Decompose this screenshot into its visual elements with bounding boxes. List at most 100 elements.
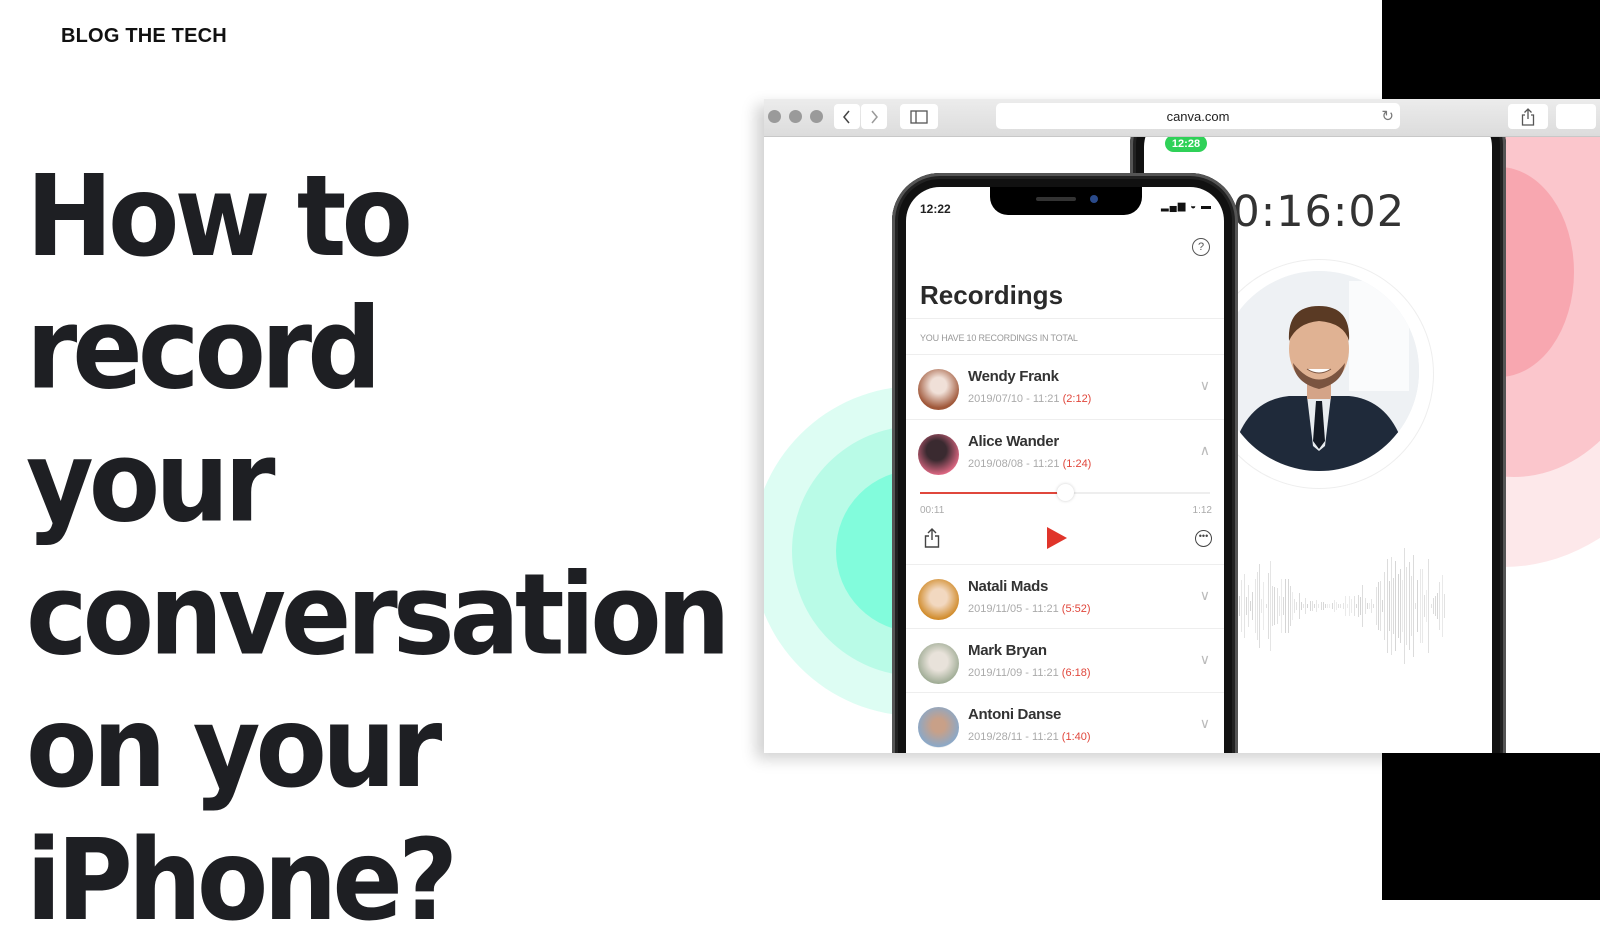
chevron-down-icon[interactable]: ∨ [1200, 587, 1210, 604]
waveform-bar [1316, 599, 1318, 613]
waveform-bar [1426, 589, 1428, 623]
recording-row[interactable]: Natali Mads 2019/11/05 - 11:21 (5:52) ∨ [906, 564, 1224, 629]
back-button[interactable] [834, 104, 860, 129]
waveform-bar [1287, 578, 1289, 634]
playback-knob[interactable] [1057, 484, 1074, 501]
avatar [918, 369, 959, 410]
recording-row[interactable]: Mark Bryan 2019/11/09 - 11:21 (6:18) ∨ [906, 628, 1224, 693]
chevron-left-icon [843, 110, 850, 123]
waveform-bar [1406, 567, 1408, 645]
caller-photo [1219, 271, 1419, 471]
waveform-bar [1333, 600, 1335, 612]
waveform-bar [1272, 586, 1274, 626]
front-phone-screen: 12:22 ▂▄▆ ◒ ▬ ? Recordings YOU HAVE 10 R… [906, 187, 1224, 753]
recording-row-expanded[interactable]: Alice Wander 2019/08/08 - 11:21 (1:24) ∧… [906, 419, 1224, 565]
recordings-count: YOU HAVE 10 RECORDINGS IN TOTAL [920, 333, 1078, 343]
waveform-bar [1362, 584, 1364, 627]
waveform-bar [1252, 592, 1254, 620]
share-icon [924, 528, 940, 548]
recording-duration: (5:52) [1061, 603, 1091, 615]
waveform-bar [1278, 595, 1280, 617]
speaker-grille [1036, 197, 1076, 201]
waveform-bar [1419, 569, 1421, 643]
waveform-bar [1307, 604, 1309, 608]
waveform-bar [1375, 587, 1377, 625]
waveform-bar [1415, 603, 1417, 609]
waveform-bar [1437, 593, 1439, 619]
recording-duration: (1:24) [1062, 458, 1092, 470]
waveform-bar [1294, 598, 1296, 614]
recordings-title: Recordings [920, 280, 1064, 310]
waveform-bar [1325, 604, 1326, 608]
waveform-bar [1404, 548, 1406, 664]
waveform-bar [1386, 558, 1388, 654]
waveform-bar [1274, 587, 1276, 625]
sidebar-icon [910, 109, 928, 124]
share-recording-button[interactable] [924, 528, 940, 553]
maximize-window-button[interactable] [810, 110, 823, 123]
headline-line: How to record [26, 150, 413, 415]
waveform-bar [1355, 604, 1357, 608]
tabs-button[interactable] [1556, 104, 1596, 129]
waveform-bar [1388, 581, 1390, 631]
share-button[interactable] [1508, 104, 1548, 129]
recording-name: Alice Wander [968, 433, 1059, 450]
play-button[interactable] [1046, 526, 1068, 555]
close-window-button[interactable] [768, 110, 781, 123]
recording-row[interactable]: Antoni Danse 2019/28/11 - 11:21 (1:40) ∨ [906, 692, 1224, 753]
waveform-bar [1245, 596, 1247, 616]
chevron-down-icon[interactable]: ∨ [1200, 377, 1210, 394]
waveform-bar [1309, 601, 1311, 611]
waveform-bar [1344, 595, 1346, 617]
waveform-bar [1347, 603, 1348, 609]
waveform-bar [1340, 604, 1342, 608]
waveform-bar [1443, 594, 1445, 618]
waveform-bar [1270, 561, 1271, 651]
waveform-bar [1329, 604, 1331, 608]
recording-name: Wendy Frank [968, 368, 1059, 385]
waveform-bar [1421, 569, 1423, 643]
waveform-bar [1428, 558, 1430, 654]
chevron-up-icon[interactable]: ∧ [1200, 442, 1210, 459]
waveform-bar [1283, 596, 1285, 616]
waveform-bar [1265, 603, 1267, 609]
waveform-bar [1360, 596, 1362, 616]
waveform-bar [1331, 602, 1333, 610]
chevron-down-icon[interactable]: ∨ [1200, 715, 1210, 732]
recording-date: 2019/07/10 - 11:21 (2:12) [968, 393, 1092, 405]
waveform-bar [1289, 585, 1291, 627]
help-icon[interactable]: ? [1192, 238, 1210, 256]
recording-duration: (1:40) [1061, 731, 1091, 743]
minimize-window-button[interactable] [789, 110, 802, 123]
waveform-bar [1402, 579, 1403, 633]
reload-icon[interactable]: ↻ [1381, 107, 1394, 125]
sidebar-toggle-button[interactable] [900, 104, 938, 129]
avatar [918, 707, 959, 748]
play-icon [1047, 527, 1067, 549]
playback-slider[interactable] [920, 484, 1210, 501]
forward-button[interactable] [861, 104, 887, 129]
phone-notch [990, 187, 1142, 215]
waveform-bar [1327, 604, 1329, 608]
waveform-bar [1382, 600, 1384, 612]
more-options-button[interactable]: ••• [1195, 530, 1212, 547]
waveform-bar [1296, 601, 1298, 611]
waveform-bar [1314, 604, 1315, 608]
waveform-bar [1399, 568, 1401, 644]
brand-logo: BLOG THE TECH [61, 25, 227, 47]
chevron-down-icon[interactable]: ∨ [1200, 651, 1210, 668]
waveform-bar [1254, 579, 1256, 633]
waveform-bar [1285, 578, 1287, 634]
chevron-right-icon [871, 110, 878, 123]
waveform-bar [1377, 581, 1379, 631]
waveform-bar [1432, 597, 1434, 615]
avatar [918, 643, 959, 684]
waveform-bar [1281, 579, 1282, 633]
address-bar[interactable]: canva.com ↻ [996, 103, 1400, 129]
elapsed-time: 00:11 [920, 505, 945, 516]
browser-window: canva.com ↻ 12:28 00:16:02 12:22 ▂▄▆ ◒ ▬… [764, 99, 1600, 753]
waveform-bar [1373, 604, 1375, 608]
waveform-bar [1441, 575, 1443, 637]
recording-row[interactable]: Wendy Frank 2019/07/10 - 11:21 (2:12) ∨ [906, 354, 1224, 419]
waveform-bar [1338, 603, 1340, 609]
